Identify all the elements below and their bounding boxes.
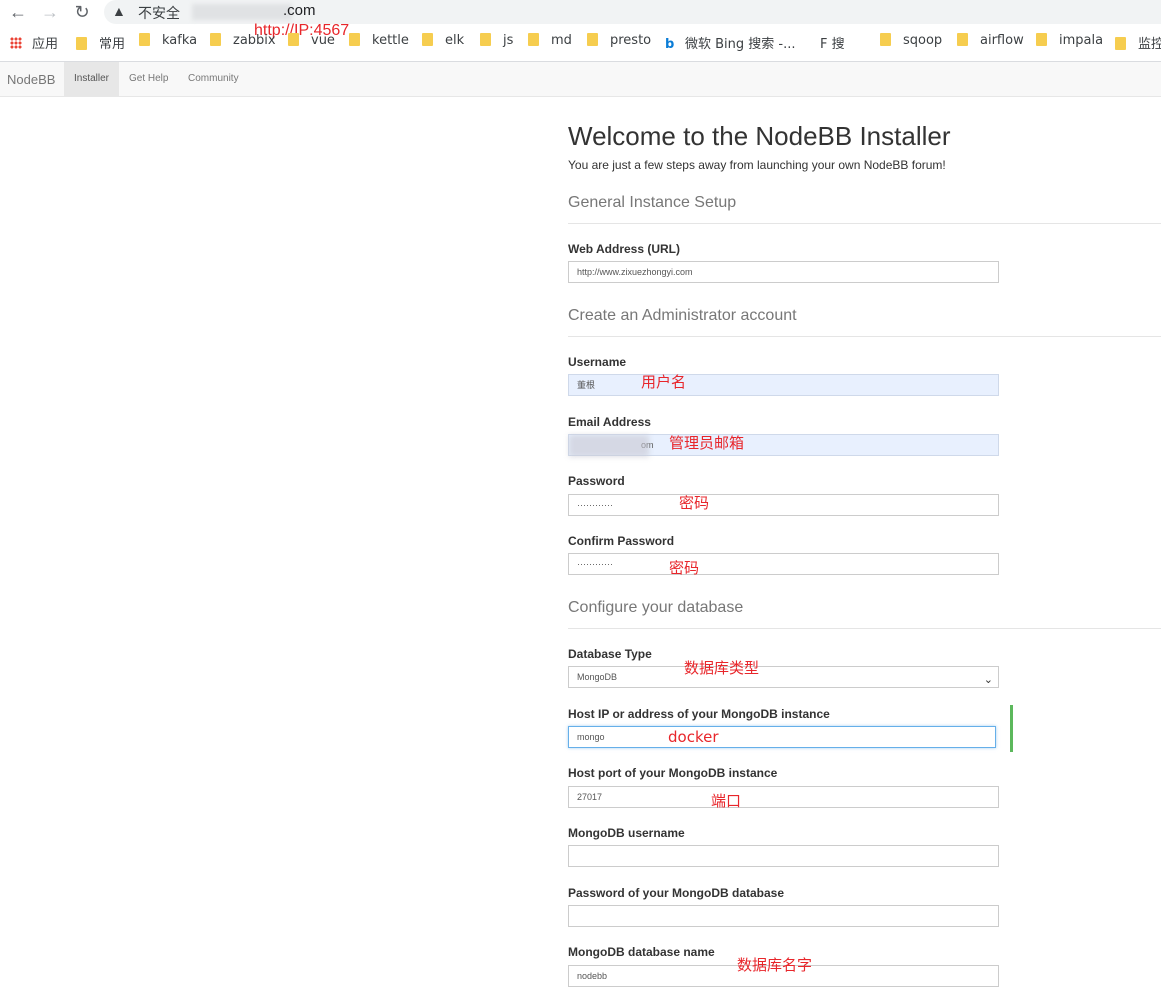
insecure-label[interactable]: 不安全 — [138, 3, 180, 23]
section-general: General Instance Setup — [568, 194, 1161, 224]
bookmark-item[interactable]: F 搜 — [820, 33, 845, 55]
bookmarks-bar: 应用 常用 kafka zabbix vue kettle elk js md … — [0, 33, 1161, 55]
db-password-input[interactable] — [568, 905, 999, 927]
bookmark-item[interactable]: sqoop — [880, 33, 942, 55]
section-database: Configure your database — [568, 599, 1161, 629]
focus-indicator — [1010, 705, 1013, 752]
section-admin: Create an Administrator account — [568, 307, 1161, 337]
db-username-label: MongoDB username — [568, 826, 685, 840]
confirm-password-input[interactable]: ············ — [568, 553, 999, 575]
url-redacted — [192, 4, 292, 20]
url-text[interactable]: .com — [283, 2, 316, 19]
bookmark-item[interactable]: impala — [1036, 33, 1103, 55]
forward-arrow-icon[interactable]: → — [40, 2, 60, 22]
folder-icon — [587, 33, 598, 46]
username-annotation: 用户名 — [641, 373, 687, 391]
bookmark-item[interactable]: js — [480, 33, 513, 55]
apps-grid-icon — [10, 37, 22, 49]
bing-icon: b — [665, 37, 675, 52]
password-annotation: 密码 — [679, 494, 710, 512]
tab-installer[interactable]: Installer — [64, 62, 120, 96]
db-name-annotation: 数据库名字 — [737, 956, 813, 974]
bookmark-item[interactable]: airflow — [957, 33, 1024, 55]
bookmark-item[interactable]: 监控 — [1115, 33, 1161, 55]
password-label: Password — [568, 474, 625, 488]
folder-icon — [422, 33, 433, 46]
email-redacted — [569, 435, 649, 457]
bookmark-item[interactable]: md — [528, 33, 572, 55]
port-input[interactable]: 27017 — [568, 786, 999, 808]
email-annotation: 管理员邮箱 — [669, 434, 745, 452]
page-title: Welcome to the NodeBB Installer — [568, 121, 951, 151]
bookmark-item[interactable]: vue — [288, 33, 335, 55]
page-lead: You are just a few steps away from launc… — [568, 158, 946, 172]
folder-icon — [480, 33, 491, 46]
db-type-annotation: 数据库类型 — [684, 659, 760, 677]
db-type-select[interactable]: MongoDB ⌄ — [568, 666, 999, 688]
folder-icon — [957, 33, 968, 46]
bookmark-item[interactable]: 常用 — [76, 33, 125, 55]
port-annotation: 端口 — [711, 792, 742, 810]
url-label: Web Address (URL) — [568, 242, 681, 256]
db-username-input[interactable] — [568, 845, 999, 867]
folder-icon — [1115, 37, 1126, 50]
folder-icon — [288, 33, 299, 46]
db-name-label: MongoDB database name — [568, 945, 715, 959]
folder-icon — [76, 37, 87, 50]
confirm-password-label: Confirm Password — [568, 534, 675, 548]
tab-get-help[interactable]: Get Help — [119, 62, 178, 96]
browser-toolbar: ← → ↻ ▲ 不安全 .com http://IP:4567 应用 常用 ka… — [0, 0, 1161, 62]
warning-icon[interactable]: ▲ — [112, 3, 126, 19]
bookmark-item[interactable]: b 微软 Bing 搜索 -... — [665, 33, 796, 55]
folder-icon — [210, 33, 221, 46]
chevron-down-icon: ⌄ — [983, 674, 993, 686]
password-input[interactable]: ············ — [568, 494, 999, 516]
brand-link[interactable]: NodeBB — [7, 72, 55, 87]
folder-icon — [349, 33, 360, 46]
folder-icon — [528, 33, 539, 46]
db-type-label: Database Type — [568, 647, 652, 661]
bookmark-apps[interactable]: 应用 — [10, 33, 58, 55]
email-input[interactable]: om — [568, 434, 999, 457]
bookmark-item[interactable]: presto — [587, 33, 651, 55]
folder-icon — [1036, 33, 1047, 46]
username-input[interactable]: 董根 — [568, 374, 999, 396]
port-label: Host port of your MongoDB instance — [568, 766, 778, 780]
username-label: Username — [568, 355, 627, 369]
bookmark-item[interactable]: kafka — [139, 33, 197, 55]
bookmark-item[interactable]: elk — [422, 33, 464, 55]
folder-icon — [880, 33, 891, 46]
url-input[interactable]: http://www.zixuezhongyi.com — [568, 261, 999, 283]
email-label: Email Address — [568, 415, 651, 429]
back-arrow-icon[interactable]: ← — [8, 2, 28, 22]
host-input[interactable]: mongo — [568, 726, 996, 748]
folder-icon — [139, 33, 150, 46]
confirm-password-annotation: 密码 — [669, 559, 700, 577]
bookmark-item[interactable]: kettle — [349, 33, 409, 55]
tab-community[interactable]: Community — [178, 62, 249, 96]
bookmark-item[interactable]: zabbix — [210, 33, 276, 55]
app-navbar: NodeBB Installer Get Help Community — [0, 62, 1161, 97]
host-label: Host IP or address of your MongoDB insta… — [568, 707, 830, 721]
reload-icon[interactable]: ↻ — [72, 2, 92, 22]
host-annotation: docker — [668, 728, 719, 746]
db-password-label: Password of your MongoDB database — [568, 886, 785, 900]
